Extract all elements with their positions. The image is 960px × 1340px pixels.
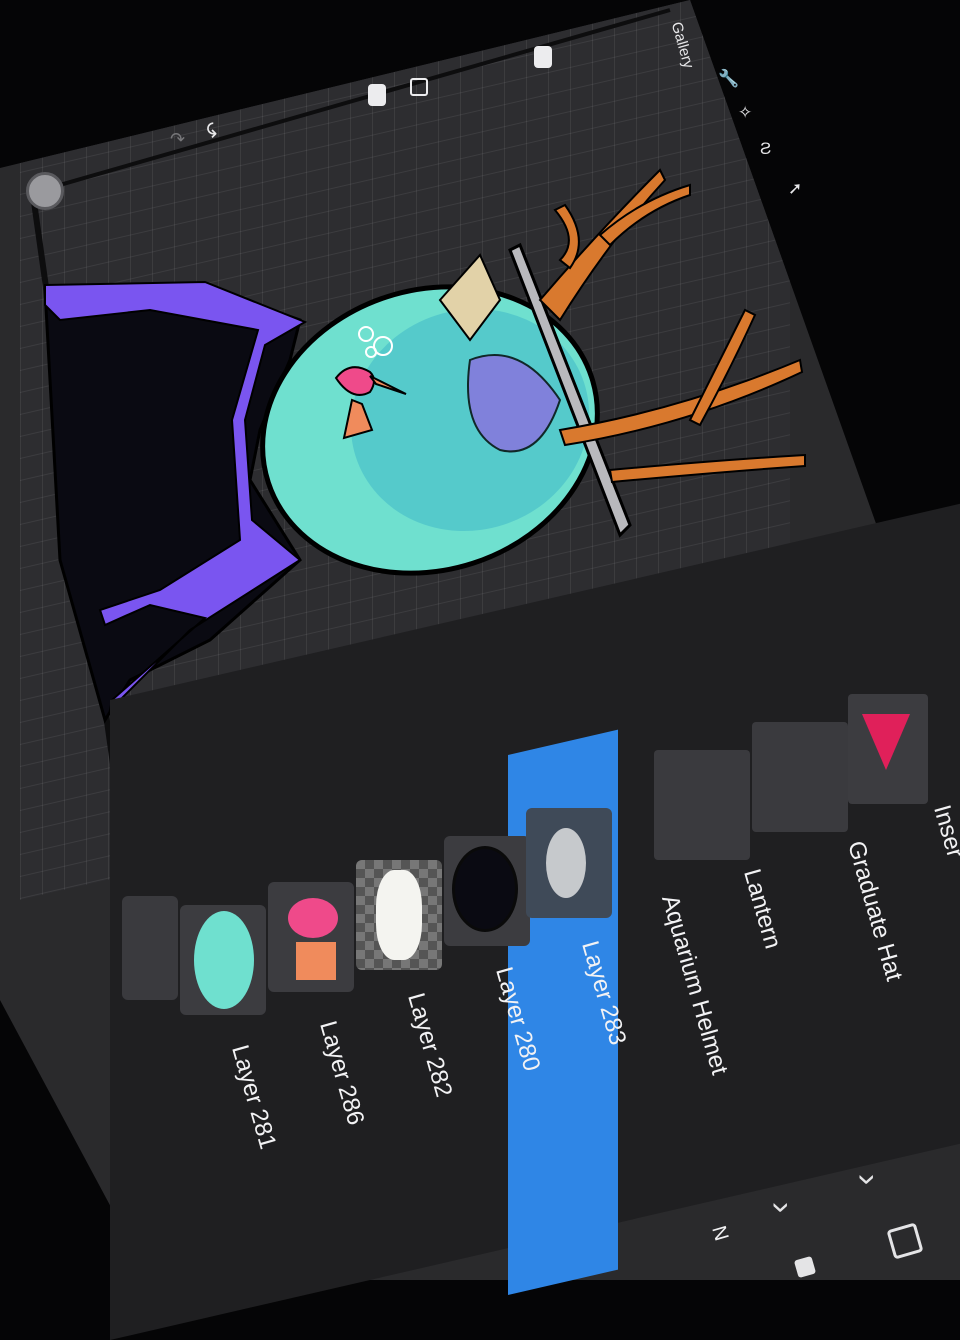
group-thumbnail[interactable] <box>848 694 928 804</box>
white-shape-thumbnail <box>376 870 422 960</box>
layer-thumbnail[interactable] <box>180 905 266 1015</box>
group-thumbnail[interactable] <box>654 750 750 860</box>
graduate-hat-thumbnail <box>862 714 910 770</box>
layer-thumbnail[interactable] <box>356 860 442 970</box>
antlers <box>538 168 806 484</box>
bubble-glow-thumbnail <box>546 828 586 898</box>
layer-thumbnail[interactable] <box>526 808 612 918</box>
chevron-right-icon[interactable]: › <box>848 1174 887 1185</box>
chevron-right-icon[interactable]: › <box>762 1202 801 1213</box>
fish-tail-thumbnail <box>296 942 336 980</box>
helmet-glass-thumbnail <box>194 911 254 1009</box>
fish-thumbnail <box>288 898 338 938</box>
layer-thumbnail[interactable] <box>122 896 178 1000</box>
group-thumbnail[interactable] <box>752 722 848 832</box>
helmet-outline-thumbnail <box>452 846 518 932</box>
layer-thumbnail[interactable] <box>444 836 530 946</box>
layer-thumbnail[interactable] <box>268 882 354 992</box>
